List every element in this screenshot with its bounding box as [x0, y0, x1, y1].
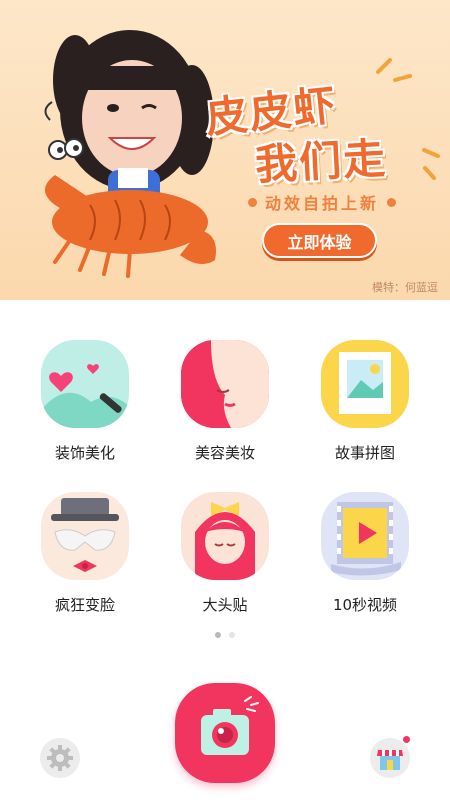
- subtitle-dot-right: [387, 197, 396, 207]
- page-dot-2[interactable]: [229, 632, 235, 638]
- gear-icon: [47, 745, 73, 771]
- video-icon: [321, 492, 409, 580]
- subtitle-dot-left: [247, 197, 257, 207]
- model-credit: 模特：何蓝逗: [372, 281, 438, 294]
- camera-icon: [201, 696, 259, 755]
- store-button[interactable]: [370, 738, 410, 778]
- face-swap-icon: [41, 492, 129, 580]
- photo-sticker-icon: [181, 492, 269, 580]
- feature-beauty-label: 美容美妆: [194, 444, 255, 462]
- settings-button[interactable]: [40, 738, 80, 778]
- camera-button[interactable]: [175, 683, 275, 783]
- feature-photo-sticker[interactable]: 大头贴: [170, 492, 280, 622]
- decorate-icon: [41, 340, 129, 428]
- page-dot-1[interactable]: [215, 632, 221, 638]
- feature-face-swap[interactable]: 疯狂变脸: [30, 492, 140, 622]
- banner-subtitle: 动效自拍上新: [264, 194, 379, 213]
- collage-icon: [321, 340, 409, 428]
- feature-beauty[interactable]: 美容美妆: [170, 340, 280, 470]
- feature-face-swap-label: 疯狂变脸: [54, 596, 115, 614]
- feature-collage-label: 故事拼图: [334, 444, 395, 462]
- store-notification-badge: [403, 736, 410, 743]
- feature-decorate[interactable]: 装饰美化: [30, 340, 140, 470]
- feature-decorate-label: 装饰美化: [54, 444, 115, 462]
- store-icon: [377, 750, 403, 770]
- feature-photo-sticker-label: 大头贴: [202, 596, 248, 614]
- page-indicator: [0, 632, 450, 638]
- promo-banner[interactable]: 皮皮虾 我们走 动效自拍上新 立即体验 模特：何蓝逗: [0, 0, 450, 300]
- feature-video-label: 10秒视频: [332, 596, 398, 614]
- beauty-makeup-icon: [181, 340, 269, 428]
- feature-collage[interactable]: 故事拼图: [310, 340, 420, 470]
- try-now-button[interactable]: 立即体验: [262, 223, 377, 258]
- feature-video[interactable]: 10秒视频: [310, 492, 420, 622]
- banner-subtitle-row: 动效自拍上新: [232, 190, 412, 214]
- banner-title-line-2: 我们走: [253, 133, 389, 190]
